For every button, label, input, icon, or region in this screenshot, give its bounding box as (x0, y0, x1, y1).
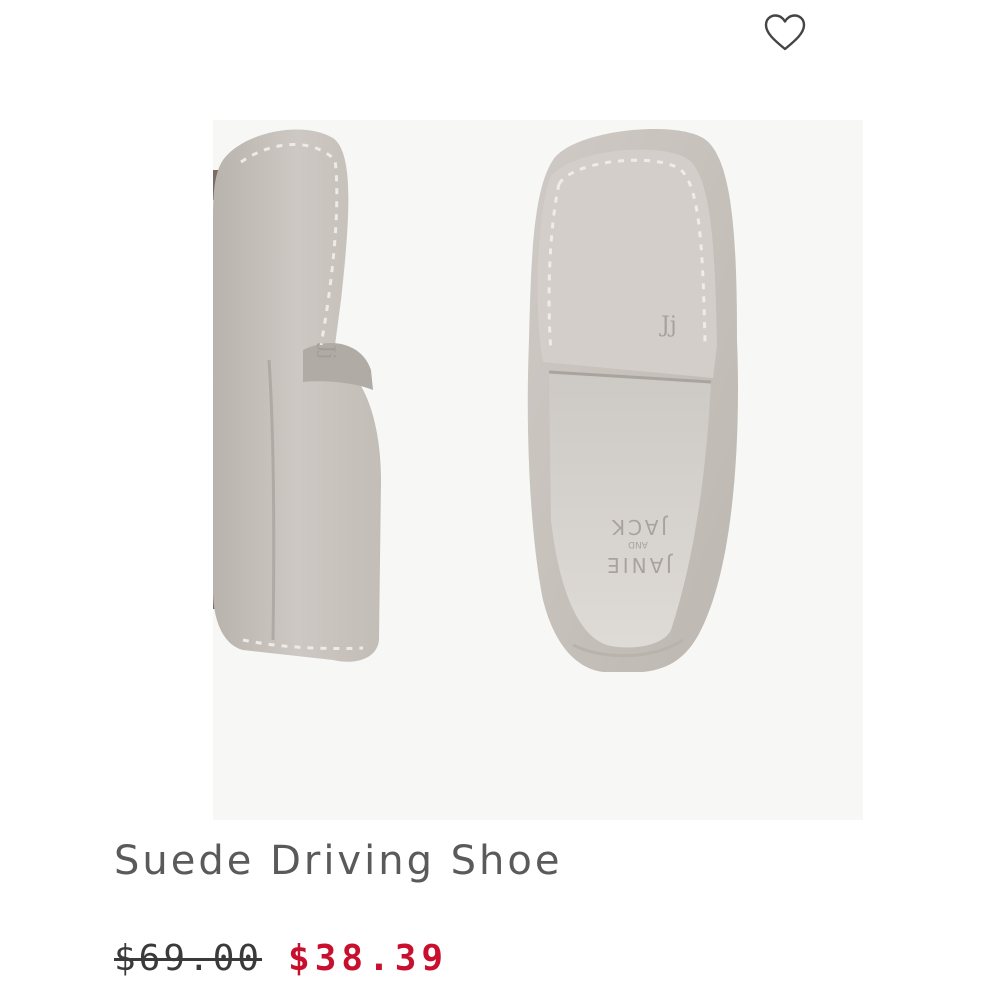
original-price: $69.00 (114, 937, 263, 979)
left-shoe: Jj (213, 129, 381, 662)
insole-brand-line-3: JACK (609, 515, 669, 539)
sale-price: $38.39 (288, 937, 449, 979)
product-name-link[interactable]: Suede Driving Shoe (114, 838, 563, 884)
svg-text:Jj: Jj (659, 313, 677, 338)
product-image[interactable]: Jj Jj JANIE AND JACK (213, 120, 863, 820)
wishlist-button[interactable] (758, 8, 812, 58)
insole-brand-line-2: AND (628, 539, 648, 549)
insole-brand-line-1: JANIE (604, 553, 674, 577)
price-row: $69.00 $38.39 (114, 930, 448, 986)
product-card[interactable]: Jj Jj JANIE AND JACK Suede Driving Shoe … (0, 0, 1000, 1000)
heart-outline-icon[interactable] (764, 14, 806, 52)
product-photo: Jj Jj JANIE AND JACK (213, 129, 738, 672)
svg-text:Jj: Jj (316, 343, 340, 359)
right-shoe: Jj JANIE AND JACK (527, 129, 738, 672)
